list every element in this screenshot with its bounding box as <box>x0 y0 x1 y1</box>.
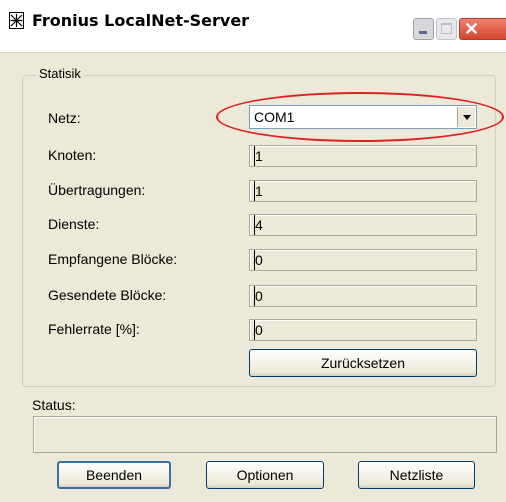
title-bar[interactable]: Fronius LocalNet-Server <box>0 0 506 46</box>
title-separator <box>0 46 506 53</box>
statistics-legend: Statisik <box>36 66 84 81</box>
dienste-field: 4 <box>249 214 477 236</box>
empfangene-bloecke-field: 0 <box>249 249 477 271</box>
status-label: Status: <box>32 397 76 413</box>
uebertragungen-field: 1 <box>249 180 477 202</box>
empfangene-bloecke-label: Empfangene Blöcke: <box>48 251 178 267</box>
dienste-value: 4 <box>254 215 263 235</box>
highlight-ellipse <box>216 92 504 142</box>
maximize-button[interactable] <box>436 18 457 40</box>
app-window: Fronius LocalNet-Server Statisik Netz: C… <box>0 0 506 502</box>
uebertragungen-label: Übertragungen: <box>48 182 146 198</box>
knoten-label: Knoten: <box>48 147 97 163</box>
options-button[interactable]: Optionen <box>206 461 324 489</box>
fehlerrate-label: Fehlerrate [%]: <box>48 321 140 337</box>
uebertragungen-value: 1 <box>254 181 263 201</box>
gesendete-bloecke-field: 0 <box>249 285 477 307</box>
app-grid-icon <box>9 12 24 29</box>
knoten-field: 1 <box>249 145 477 167</box>
gesendete-bloecke-value: 0 <box>254 286 263 306</box>
status-field <box>33 416 497 453</box>
exit-button[interactable]: Beenden <box>57 461 171 489</box>
netz-label: Netz: <box>48 110 81 126</box>
minimize-button[interactable] <box>413 18 434 40</box>
fehlerrate-value: 0 <box>254 320 263 340</box>
gesendete-bloecke-label: Gesendete Blöcke: <box>48 287 167 303</box>
window-title: Fronius LocalNet-Server <box>32 11 250 30</box>
netzliste-button[interactable]: Netzliste <box>358 461 475 489</box>
reset-button[interactable]: Zurücksetzen <box>249 349 477 377</box>
fehlerrate-field: 0 <box>249 319 477 341</box>
empfangene-bloecke-value: 0 <box>254 250 263 270</box>
close-button[interactable] <box>459 18 506 40</box>
knoten-value: 1 <box>254 146 263 166</box>
dienste-label: Dienste: <box>48 216 100 232</box>
